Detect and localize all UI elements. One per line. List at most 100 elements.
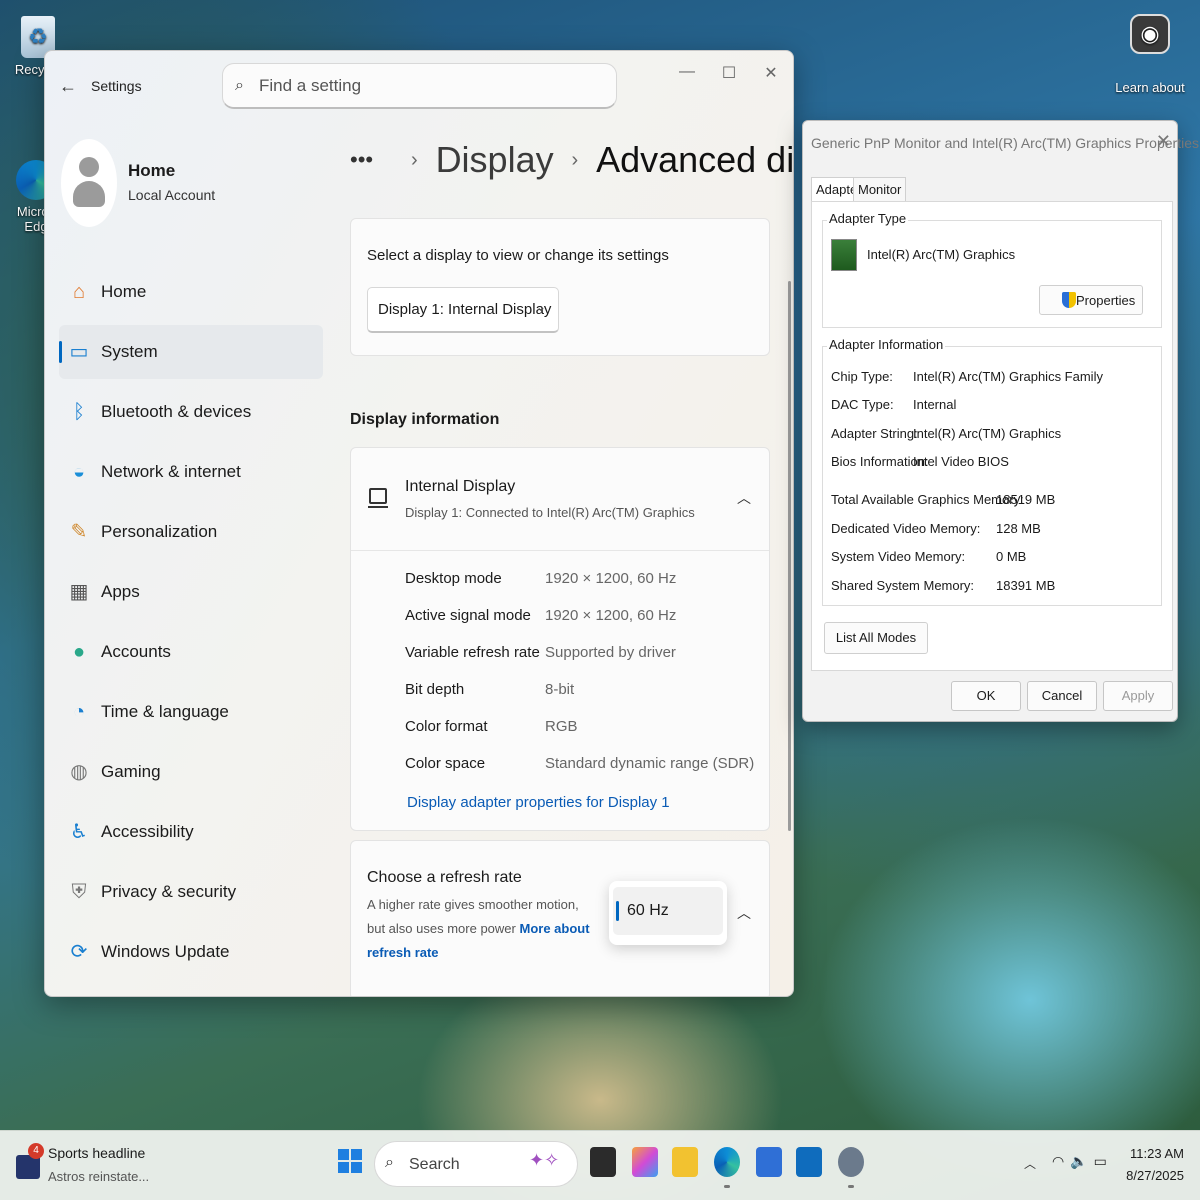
home-icon: ⌂ <box>72 281 86 303</box>
sidebar-item-label: Accessibility <box>101 822 194 841</box>
sidebar-item-label: Privacy & security <box>101 882 237 901</box>
properties-button[interactable]: Properties <box>1039 285 1143 315</box>
clock[interactable]: 11:23 AM 8/27/2025 <box>1126 1143 1184 1187</box>
file-explorer-icon[interactable] <box>672 1147 698 1177</box>
search-icon: ⌕ <box>235 77 244 94</box>
system-tray[interactable]: ◠🔈▭ <box>1052 1153 1113 1170</box>
info-key: DAC Type: <box>831 397 894 412</box>
sidebar-item-home[interactable]: ⌂ Home <box>59 265 323 319</box>
task-view-icon[interactable] <box>590 1147 616 1177</box>
info-key: Bit depth <box>405 681 465 698</box>
battery-icon[interactable]: ▭ <box>1094 1153 1113 1169</box>
breadcrumb-display-link[interactable]: Display <box>436 139 554 181</box>
info-row: Bit depth 8-bit <box>405 681 757 711</box>
tab-monitor[interactable]: Monitor <box>853 177 907 203</box>
edge-icon[interactable] <box>714 1147 740 1188</box>
sidebar-item-windows-update[interactable]: ⟳ Windows Update <box>59 925 323 979</box>
refresh-rate-option-selected[interactable]: 60 Hz <box>613 887 723 935</box>
display-name: Internal Display <box>405 478 516 495</box>
sidebar-item-apps[interactable]: ▦ Apps <box>59 565 323 619</box>
sidebar-item-personalization[interactable]: ✎ Personalization <box>59 505 323 559</box>
info-row: Active signal mode 1920 × 1200, 60 Hz <box>405 607 757 637</box>
close-icon[interactable]: ✕ <box>1156 131 1171 152</box>
info-value: Intel(R) Arc(TM) Graphics <box>913 426 1062 441</box>
widget-subtitle: Astros reinstate... <box>48 1169 150 1184</box>
sidebar-item-label: Bluetooth & devices <box>101 402 252 421</box>
display-adapter-properties-link[interactable]: Display adapter properties for Display 1 <box>407 794 670 811</box>
date: 8/27/2025 <box>1126 1168 1184 1183</box>
adapter-information-group: Adapter Information Chip Type: Intel(R) … <box>822 337 1162 606</box>
display-info-header[interactable]: Internal Display Display 1: Connected to… <box>351 448 769 551</box>
info-value: 18391 MB <box>996 578 1056 593</box>
info-key: Desktop mode <box>405 570 502 587</box>
start-button[interactable] <box>338 1149 362 1173</box>
taskbar-search[interactable]: ⌕ Search ✦✧ <box>374 1141 578 1187</box>
sidebar-item-gaming[interactable]: ◍ Gaming <box>59 745 323 799</box>
profile-account-type: Local Account <box>128 187 216 203</box>
volume-icon[interactable]: 🔈 <box>1070 1153 1093 1169</box>
outlook-icon[interactable] <box>796 1147 822 1177</box>
chevron-right-icon: › <box>571 148 579 171</box>
chevron-up-icon[interactable]: ︿ <box>737 488 751 508</box>
sidebar-item-label: System <box>101 342 158 361</box>
settings-icon[interactable] <box>838 1147 864 1188</box>
cancel-button[interactable]: Cancel <box>1027 681 1097 711</box>
list-all-modes-button[interactable]: List All Modes <box>824 622 928 654</box>
chevron-right-icon: › <box>411 148 418 171</box>
content-scrollbar[interactable] <box>788 281 791 831</box>
sidebar-item-accounts[interactable]: ● Accounts <box>59 625 323 679</box>
breadcrumb-overflow-button[interactable]: ••• <box>350 147 373 173</box>
dialog-title: Generic PnP Monitor and Intel(R) Arc(TM)… <box>811 135 1199 151</box>
chevron-down-icon: ⌄ <box>535 300 546 314</box>
refresh-rate-title: Choose a refresh rate <box>367 869 522 886</box>
sidebar-item-accessibility[interactable]: ♿ Accessibility <box>59 805 323 859</box>
info-key: Shared System Memory: <box>831 578 975 593</box>
wifi-icon: ◒ <box>72 461 86 483</box>
refresh-rate-description: A higher rate gives smoother motion, but… <box>367 893 597 965</box>
apply-button[interactable]: Apply <box>1103 681 1173 711</box>
info-value: 0 MB <box>996 549 1027 564</box>
app-title: Settings <box>91 78 142 94</box>
display-select-dropdown[interactable]: Display 1: Internal Display ⌄ <box>367 287 559 333</box>
wifi-icon[interactable]: ◠ <box>1052 1153 1070 1169</box>
back-arrow-icon[interactable]: ← <box>59 75 81 97</box>
profile-name: Home <box>128 161 176 180</box>
info-value: 128 MB <box>996 521 1041 536</box>
adapter-type-group: Adapter Type Intel(R) Arc(TM) Graphics P… <box>822 211 1162 328</box>
copilot-icon[interactable] <box>632 1147 658 1177</box>
info-value: Intel Video BIOS <box>913 454 1009 469</box>
shield-icon: ⛨ <box>71 881 87 903</box>
widgets-button[interactable]: 4 Sports headline Astros reinstate... <box>16 1141 166 1191</box>
sidebar-item-system[interactable]: ▭ System <box>59 325 323 379</box>
learn-about-picture-shortcut[interactable]: ◉ Learn about <box>1110 14 1190 95</box>
info-value: Intel(R) Arc(TM) Graphics Family <box>913 369 1103 384</box>
avatar <box>61 139 117 227</box>
display-select-value: Display 1: Internal Display <box>378 301 552 318</box>
refresh-rate-value: 60 Hz <box>627 902 669 919</box>
info-key: Chip Type: <box>831 369 893 384</box>
store-icon[interactable] <box>756 1147 782 1177</box>
sidebar-item-bluetooth[interactable]: ᛒ Bluetooth & devices <box>59 385 323 439</box>
sidebar-item-network[interactable]: ◒ Network & internet <box>59 445 323 499</box>
info-key: Color format <box>405 718 488 735</box>
uac-shield-icon <box>1062 292 1076 308</box>
info-value: 1920 × 1200, 60 Hz <box>545 607 677 624</box>
info-value: 8-bit <box>545 681 575 698</box>
chevron-up-icon[interactable]: ︿ <box>1024 1155 1036 1172</box>
info-key: Color space <box>405 755 486 772</box>
chevron-up-icon[interactable]: ︿ <box>737 903 751 923</box>
system-icon: ▭ <box>69 341 89 363</box>
brush-icon: ✎ <box>70 521 88 543</box>
sidebar-item-label: Accounts <box>101 642 171 661</box>
widget-headline: Sports headline <box>48 1145 146 1161</box>
sidebar-item-time-language[interactable]: ◔ Time & language <box>59 685 323 739</box>
search-highlight-icon: ✦✧ <box>529 1150 560 1170</box>
ok-button[interactable]: OK <box>951 681 1021 711</box>
sidebar-item-privacy[interactable]: ⛨ Privacy & security <box>59 865 323 919</box>
accounts-icon: ● <box>72 641 86 663</box>
sidebar-item-label: Apps <box>101 582 140 601</box>
info-value: Supported by driver <box>545 644 676 661</box>
refresh-rate-dropdown[interactable]: 60 Hz <box>609 881 727 945</box>
user-profile[interactable]: Home Local Account <box>61 139 331 229</box>
main-content: ••• › Display › Advanced display Select … <box>350 51 793 996</box>
